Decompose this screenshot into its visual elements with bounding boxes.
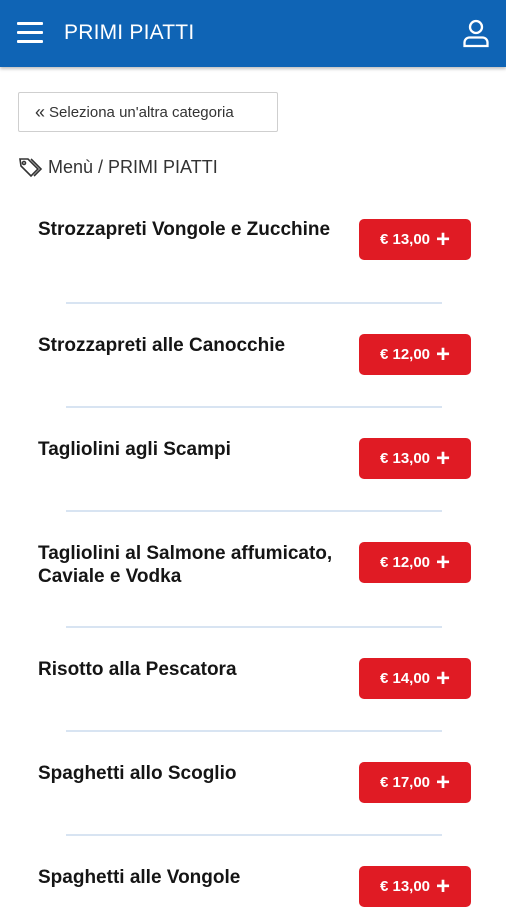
- price-label: € 13,00: [379, 878, 431, 895]
- menu-item-name: Tagliolini agli Scampi: [38, 439, 231, 460]
- add-to-cart-button[interactable]: € 12,00 +: [359, 542, 471, 583]
- divider: [66, 510, 442, 512]
- price-label: € 12,00: [379, 554, 431, 571]
- divider: [66, 626, 442, 628]
- plus-icon: +: [436, 225, 451, 253]
- breadcrumb: Menù / PRIMI PIATTI: [18, 154, 218, 180]
- divider: [66, 406, 442, 408]
- double-chevron-left-icon: «: [35, 102, 46, 122]
- plus-icon: +: [436, 872, 451, 900]
- add-to-cart-button[interactable]: € 13,00 +: [359, 438, 471, 479]
- price-label: € 13,00: [379, 231, 431, 248]
- menu-item-name: Spaghetti alle Vongole: [38, 867, 241, 888]
- breadcrumb-text: Menù / PRIMI PIATTI: [48, 156, 218, 177]
- menu-item-name: Spaghetti allo Scoglio: [38, 763, 237, 784]
- plus-icon: +: [436, 768, 451, 796]
- plus-icon: +: [436, 444, 451, 472]
- tags-icon: [19, 158, 43, 178]
- add-to-cart-button[interactable]: € 12,00 +: [359, 334, 471, 375]
- price-label: € 17,00: [379, 774, 431, 791]
- menu-item-name: Strozzapreti alle Canocchie: [38, 335, 286, 356]
- add-to-cart-button[interactable]: € 14,00 +: [359, 658, 471, 699]
- user-icon[interactable]: [461, 18, 491, 48]
- back-button-label: Seleziona un'altra categoria: [49, 103, 234, 121]
- add-to-cart-button[interactable]: € 17,00 +: [359, 762, 471, 803]
- divider: [66, 302, 442, 304]
- menu-item-name: Strozzapreti Vongole e Zucchine: [38, 219, 331, 240]
- add-to-cart-button[interactable]: € 13,00 +: [359, 866, 471, 907]
- page-title: PRIMI PIATTI: [64, 21, 195, 44]
- add-to-cart-button[interactable]: € 13,00 +: [359, 219, 471, 260]
- plus-icon: +: [436, 664, 451, 692]
- divider: [66, 834, 442, 836]
- hamburger-icon[interactable]: [17, 21, 43, 45]
- price-label: € 14,00: [379, 670, 431, 687]
- price-label: € 12,00: [379, 346, 431, 363]
- select-other-category-button[interactable]: « Seleziona un'altra categoria: [18, 92, 278, 132]
- plus-icon: +: [436, 548, 451, 576]
- plus-icon: +: [436, 340, 451, 368]
- divider: [66, 730, 442, 732]
- menu-item-name: Tagliolini al Salmone affumicato, Cavial…: [38, 543, 333, 587]
- app-header: PRIMI PIATTI: [0, 0, 506, 67]
- menu-item-name: Risotto alla Pescatora: [38, 659, 237, 680]
- price-label: € 13,00: [379, 450, 431, 467]
